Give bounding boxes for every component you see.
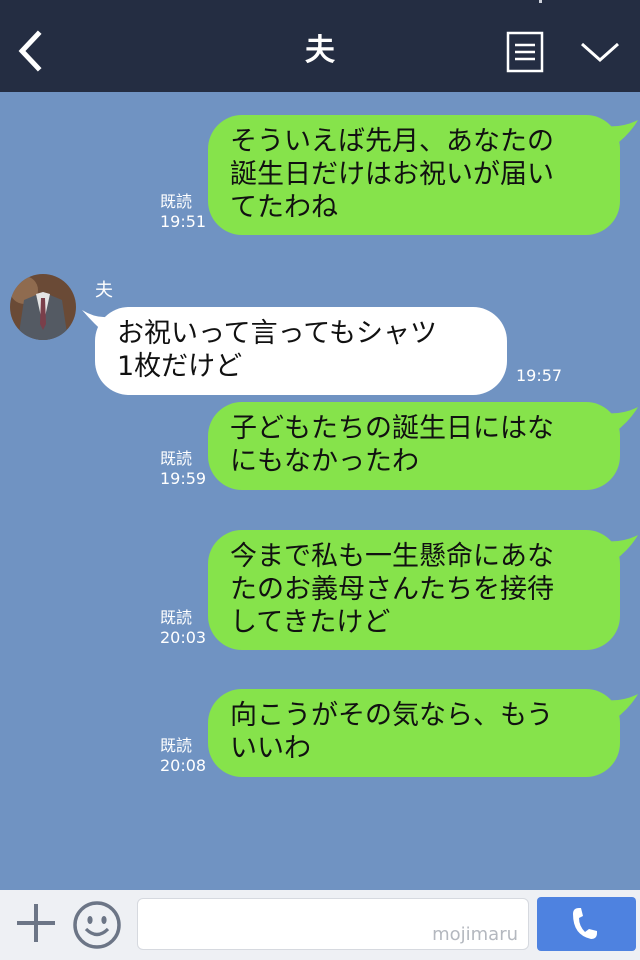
message-input[interactable]: mojimaru: [137, 898, 529, 950]
chat-header: 夫: [0, 0, 640, 92]
chat-title: 夫: [305, 33, 335, 68]
avatar[interactable]: [10, 274, 76, 340]
read-receipt: 既読: [160, 192, 193, 211]
message-time: 20:08: [160, 756, 207, 775]
bubble-tail: [604, 694, 638, 720]
chat-area[interactable]: 既読 19:51 そういえば先月、あなたの 誕生日だけはお祝いが届い てたわね …: [0, 92, 640, 890]
message-time: 19:59: [160, 469, 207, 488]
plus-icon: [17, 904, 55, 942]
chevron-down-icon: [581, 42, 619, 63]
bubble-tail: [604, 120, 638, 146]
message-time: 19:51: [160, 212, 207, 231]
outgoing-message[interactable]: 子どもたちの誕生日にはな にもなかったわ: [208, 402, 620, 490]
avatar-image: [10, 274, 76, 340]
list-icon: [506, 31, 544, 73]
call-button[interactable]: [537, 897, 636, 951]
bubble-tail: [604, 535, 638, 561]
add-button[interactable]: [14, 900, 58, 946]
message-time: 19:57: [516, 366, 563, 385]
read-receipt: 既読: [160, 449, 193, 468]
outgoing-message[interactable]: そういえば先月、あなたの 誕生日だけはお祝いが届い てたわね: [208, 115, 620, 235]
incoming-message[interactable]: お祝いって言ってもシャツ 1枚だけど: [95, 307, 507, 395]
read-receipt: 既読: [160, 608, 193, 627]
back-button[interactable]: [8, 26, 52, 76]
status-bar-indicator: [539, 0, 542, 3]
smile-icon: [73, 901, 121, 949]
watermark-text: mojimaru: [432, 924, 518, 945]
emoji-button[interactable]: [72, 900, 122, 950]
collapse-button[interactable]: [576, 34, 624, 70]
read-receipt: 既読: [160, 736, 193, 755]
message-composer: mojimaru: [0, 890, 640, 960]
message-time: 20:03: [160, 628, 207, 647]
bubble-tail: [604, 407, 638, 433]
outgoing-message[interactable]: 向こうがその気なら、もう いいわ: [208, 689, 620, 777]
phone-icon: [573, 908, 597, 939]
menu-button[interactable]: [506, 31, 544, 73]
sender-name: 夫: [95, 280, 113, 301]
outgoing-message[interactable]: 今まで私も一生懸命にあな たのお義母さんたちを接待 してきたけど: [208, 530, 620, 650]
chevron-left-icon: [18, 30, 42, 72]
